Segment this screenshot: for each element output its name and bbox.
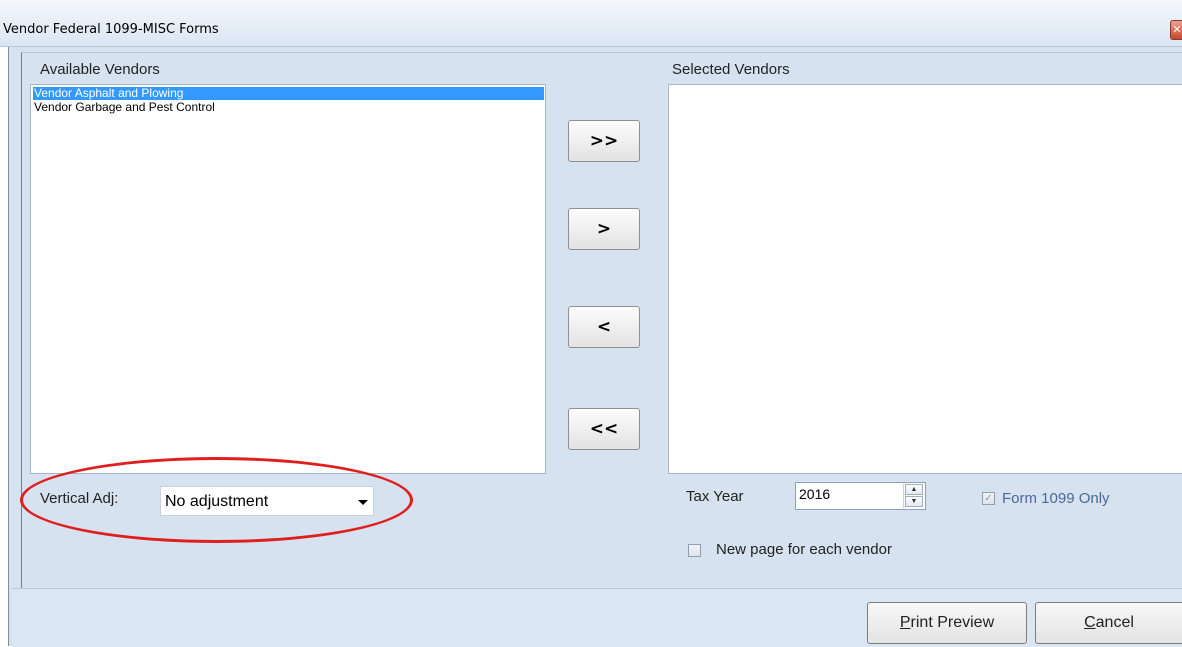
print-preview-mnemonic: P xyxy=(899,614,911,631)
list-item[interactable]: Vendor Asphalt and Plowing xyxy=(33,87,544,100)
vertical-adj-value: No adjustment xyxy=(165,493,269,510)
print-preview-button[interactable]: Print Preview xyxy=(867,602,1027,644)
form-1099-only-label: Form 1099 Only xyxy=(1002,490,1110,507)
window-title: Vendor Federal 1099-MISC Forms xyxy=(3,22,219,37)
tax-year-spinner[interactable]: 2016 ▲ ▼ xyxy=(795,482,926,510)
chevron-down-icon[interactable] xyxy=(358,500,368,505)
list-item-label: Vendor Asphalt and Plowing xyxy=(34,86,184,100)
available-vendors-list[interactable]: Vendor Asphalt and Plowing Vendor Garbag… xyxy=(30,84,546,474)
add-button[interactable]: > xyxy=(568,208,640,250)
close-icon[interactable]: ✕ xyxy=(1170,20,1182,40)
cancel-label: ancel xyxy=(1095,614,1134,631)
spin-up-icon[interactable]: ▲ xyxy=(905,484,923,495)
list-item-label: Vendor Garbage and Pest Control xyxy=(34,100,215,114)
cancel-mnemonic: C xyxy=(1084,614,1096,631)
vertical-adj-dropdown[interactable]: No adjustment xyxy=(160,486,374,516)
new-page-label: New page for each vendor xyxy=(716,541,892,558)
selected-vendors-list[interactable] xyxy=(668,84,1182,474)
title-bar: Vendor Federal 1099-MISC Forms ✕ xyxy=(0,0,1182,47)
list-item[interactable]: Vendor Garbage and Pest Control xyxy=(33,101,215,114)
remove-all-button[interactable]: << xyxy=(568,408,640,450)
selected-vendors-label: Selected Vendors xyxy=(672,61,790,78)
cancel-button[interactable]: Cancel xyxy=(1035,602,1182,644)
add-all-button[interactable]: >> xyxy=(568,120,640,162)
vertical-adj-label: Vertical Adj: xyxy=(40,490,119,507)
spin-down-icon[interactable]: ▼ xyxy=(905,496,923,507)
spin-buttons: ▲ ▼ xyxy=(903,484,924,508)
available-vendors-label: Available Vendors xyxy=(40,61,160,78)
tax-year-value: 2016 xyxy=(799,486,831,502)
form-1099-only-checkbox[interactable]: ✓ xyxy=(982,492,995,505)
remove-button[interactable]: < xyxy=(568,306,640,348)
new-page-checkbox[interactable] xyxy=(688,544,701,557)
print-preview-label: rint Preview xyxy=(910,614,995,631)
tax-year-label: Tax Year xyxy=(686,488,744,505)
